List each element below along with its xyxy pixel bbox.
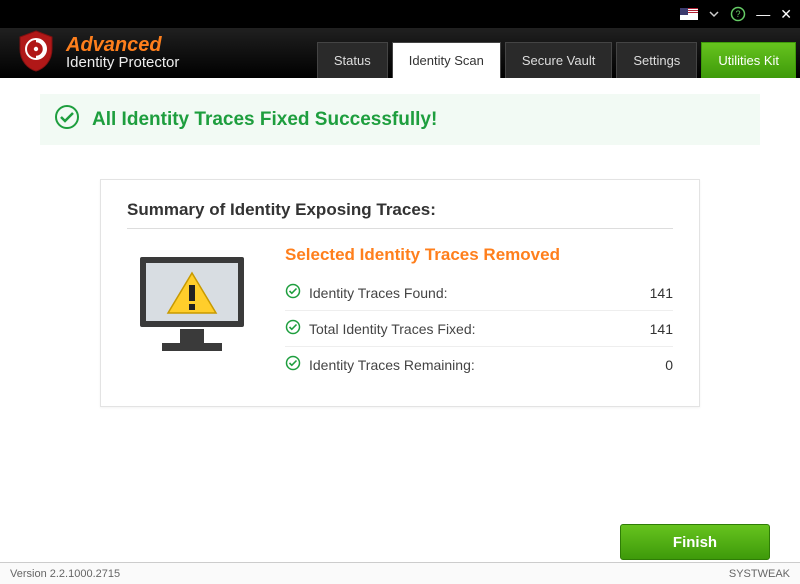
- row-value: 141: [623, 285, 673, 301]
- check-icon: [285, 283, 301, 302]
- summary-row: Total Identity Traces Fixed: 141: [285, 311, 673, 347]
- svg-text:?: ?: [736, 9, 741, 19]
- summary-row: Identity Traces Found: 141: [285, 275, 673, 311]
- banner-text: All Identity Traces Fixed Successfully!: [92, 109, 437, 131]
- brand: Advanced Identity Protector: [0, 28, 313, 78]
- check-circle-icon: [54, 104, 80, 135]
- row-label: Total Identity Traces Fixed:: [309, 321, 623, 337]
- summary-row: Identity Traces Remaining: 0: [285, 347, 673, 382]
- tab-utilities-kit[interactable]: Utilities Kit: [701, 42, 796, 78]
- summary-card: Summary of Identity Exposing Traces: Sel…: [100, 179, 700, 407]
- minimize-button[interactable]: —: [756, 7, 770, 21]
- brand-line1: Advanced: [66, 35, 179, 55]
- brand-text: Advanced Identity Protector: [66, 35, 179, 72]
- shield-logo-icon: [16, 29, 56, 78]
- flag-us-icon[interactable]: [680, 8, 698, 20]
- status-bar: Version 2.2.1000.2715 SYSTWEAK: [0, 562, 800, 584]
- help-icon[interactable]: ?: [730, 6, 746, 22]
- finish-button[interactable]: Finish: [620, 524, 770, 560]
- tab-secure-vault[interactable]: Secure Vault: [505, 42, 612, 78]
- dropdown-icon[interactable]: [708, 8, 720, 20]
- tab-settings[interactable]: Settings: [616, 42, 697, 78]
- divider: [127, 228, 673, 229]
- watermark-text: SYSTWEAK: [729, 568, 790, 580]
- header: Advanced Identity Protector Status Ident…: [0, 28, 800, 78]
- summary-heading: Summary of Identity Exposing Traces:: [127, 200, 673, 220]
- tab-status[interactable]: Status: [317, 42, 388, 78]
- brand-line2: Identity Protector: [66, 55, 179, 72]
- summary-subtitle: Selected Identity Traces Removed: [285, 245, 673, 265]
- check-icon: [285, 319, 301, 338]
- row-label: Identity Traces Found:: [309, 285, 623, 301]
- monitor-warning-icon: [127, 245, 257, 382]
- title-bar: ? — ✕: [0, 0, 800, 28]
- row-value: 141: [623, 321, 673, 337]
- tab-bar: Status Identity Scan Secure Vault Settin…: [313, 28, 800, 78]
- content-area: All Identity Traces Fixed Successfully! …: [0, 94, 800, 578]
- row-label: Identity Traces Remaining:: [309, 357, 623, 373]
- tab-identity-scan[interactable]: Identity Scan: [392, 42, 501, 78]
- close-button[interactable]: ✕: [780, 7, 792, 21]
- version-text: Version 2.2.1000.2715: [10, 568, 120, 580]
- check-icon: [285, 355, 301, 374]
- summary-details: Selected Identity Traces Removed Identit…: [285, 245, 673, 382]
- row-value: 0: [623, 357, 673, 373]
- success-banner: All Identity Traces Fixed Successfully!: [40, 94, 760, 145]
